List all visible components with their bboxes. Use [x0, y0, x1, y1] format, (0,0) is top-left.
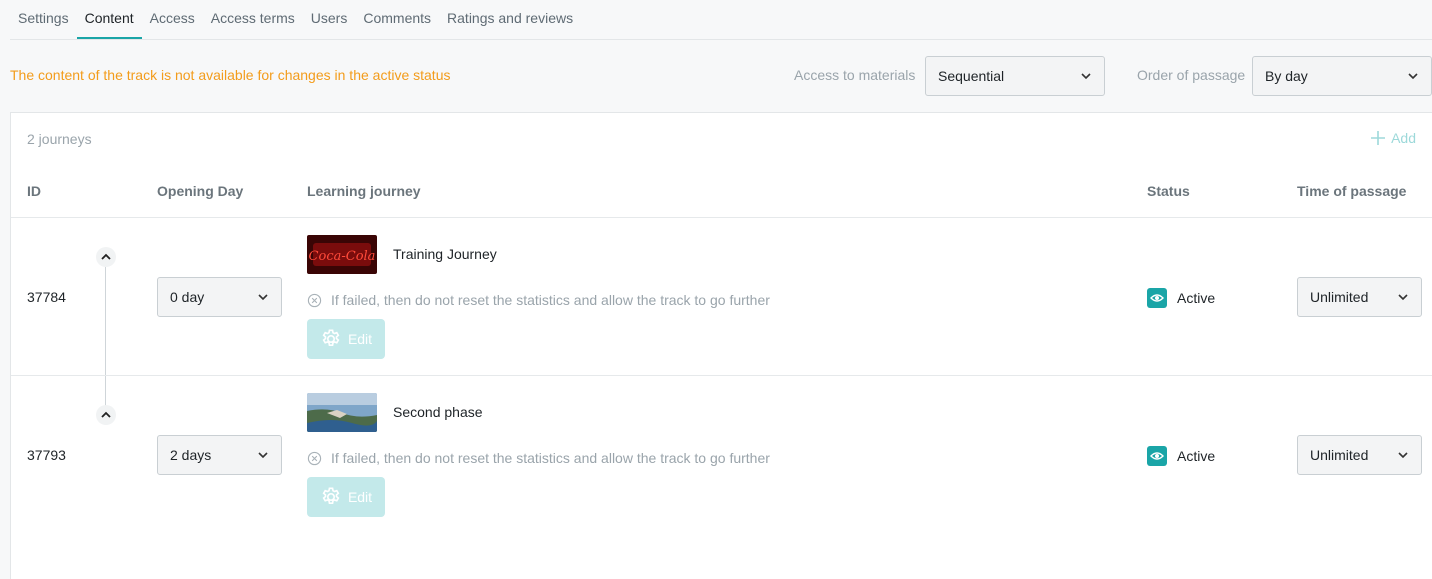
column-header-journey: Learning journey [307, 183, 421, 199]
journey-id: 37784 [27, 289, 66, 305]
gear-icon [322, 487, 340, 504]
opening-day-value: 0 day [170, 289, 205, 305]
column-header-time: Time of passage [1297, 183, 1407, 199]
tab-ratings-reviews[interactable]: Ratings and reviews [439, 0, 581, 39]
move-up-button[interactable] [96, 247, 116, 267]
status-badge: Active [1147, 446, 1215, 466]
time-of-passage-select[interactable]: Unlimited [1297, 435, 1422, 475]
status-badge: Active [1147, 288, 1215, 308]
column-header-opening-day: Opening Day [157, 183, 244, 199]
tab-comments[interactable]: Comments [355, 0, 439, 39]
journey-thumbnail [307, 393, 377, 432]
chevron-down-icon [1398, 452, 1408, 459]
add-button[interactable]: Add [1371, 130, 1416, 146]
tab-bar: Settings Content Access Access terms Use… [10, 0, 1432, 40]
gear-icon [322, 329, 340, 346]
journey-name: Training Journey [393, 246, 497, 262]
edit-button[interactable]: Edit [307, 477, 385, 517]
journey-thumbnail: Coca-Cola [307, 235, 377, 274]
reset-note-text: If failed, then do not reset the statist… [331, 450, 770, 466]
time-of-passage-value: Unlimited [1310, 289, 1369, 305]
eye-icon [1147, 446, 1167, 466]
eye-icon [1147, 288, 1167, 308]
reset-note: If failed, then do not reset the statist… [307, 292, 770, 308]
reset-note-text: If failed, then do not reset the statist… [331, 292, 770, 308]
order-passage-label: Order of passage [1137, 67, 1246, 83]
chevron-down-icon [258, 452, 268, 459]
order-passage-select[interactable]: By day [1252, 56, 1432, 96]
table-row: 37793 2 days Second phase If failed, the… [11, 376, 1432, 534]
access-materials-select[interactable]: Sequential [925, 56, 1105, 96]
chevron-down-icon [1081, 73, 1091, 80]
svg-text:Coca-Cola: Coca-Cola [309, 249, 376, 264]
close-circle-icon [307, 451, 322, 465]
table-row: 37784 0 day Coca-Cola Training Journey I… [11, 218, 1432, 376]
time-of-passage-value: Unlimited [1310, 447, 1369, 463]
chevron-up-icon [101, 411, 111, 418]
status-text: Active [1177, 290, 1216, 306]
journeys-count: 2 journeys [27, 131, 92, 147]
reset-note: If failed, then do not reset the statist… [307, 450, 770, 466]
order-passage-value: By day [1265, 68, 1308, 84]
edit-label: Edit [347, 331, 373, 347]
time-of-passage-select[interactable]: Unlimited [1297, 277, 1422, 317]
journeys-panel: 2 journeys Add ID Opening Day Learning j… [10, 112, 1432, 579]
column-header-status: Status [1147, 183, 1190, 199]
status-warning: The content of the track is not availabl… [10, 67, 451, 83]
column-header-id: ID [27, 183, 41, 199]
chevron-down-icon [1408, 73, 1418, 80]
access-materials-label: Access to materials [794, 67, 916, 83]
chevron-down-icon [258, 294, 268, 301]
opening-day-select[interactable]: 0 day [157, 277, 282, 317]
chevron-up-icon [101, 253, 111, 260]
opening-day-value: 2 days [170, 447, 212, 463]
edit-button[interactable]: Edit [307, 319, 385, 359]
edit-label: Edit [347, 489, 373, 505]
tab-settings[interactable]: Settings [10, 0, 77, 39]
move-up-button[interactable] [96, 405, 116, 425]
journey-id: 37793 [27, 447, 66, 463]
plus-icon [1371, 131, 1386, 145]
opening-day-select[interactable]: 2 days [157, 435, 282, 475]
tab-access[interactable]: Access [142, 0, 203, 39]
tab-content[interactable]: Content [76, 0, 142, 39]
tab-users[interactable]: Users [303, 0, 356, 39]
access-materials-value: Sequential [938, 68, 1005, 84]
close-circle-icon [307, 293, 322, 307]
chevron-down-icon [1398, 294, 1408, 301]
tab-access-terms[interactable]: Access terms [203, 0, 303, 39]
status-text: Active [1177, 448, 1216, 464]
journey-name: Second phase [393, 404, 483, 420]
add-label: Add [1391, 130, 1416, 146]
